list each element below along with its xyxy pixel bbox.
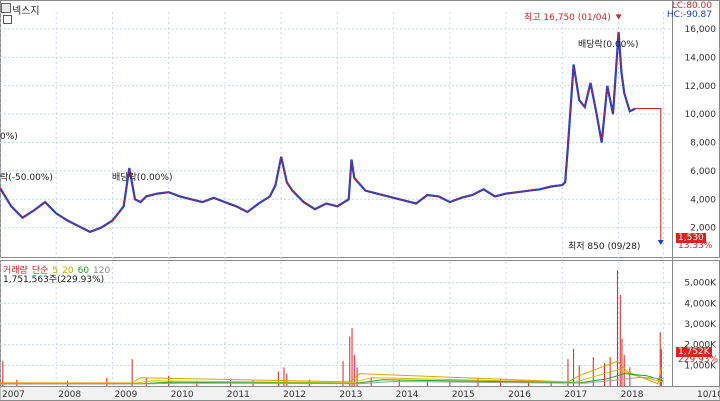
x-tick-label: 2011	[227, 390, 250, 400]
left-annotation: 0%)	[0, 132, 18, 142]
x-tick-label: 2015	[452, 390, 475, 400]
toggle-icon[interactable]	[3, 15, 12, 24]
price-tick-label: 12,000	[685, 82, 717, 92]
dividend-annotation-2018: 배당락(0.00%)	[578, 40, 639, 50]
split-annotation: 락(-50.00%)	[0, 173, 53, 183]
stock-name: 넥스지	[12, 6, 40, 17]
price-tick-label: 16,000	[685, 25, 717, 35]
x-tick-label: 2017	[564, 390, 587, 400]
price-line	[0, 31, 636, 234]
high-marker	[615, 14, 622, 20]
x-tick-label: 2007	[2, 390, 25, 400]
volume-tick-label: 4,000K	[684, 299, 717, 309]
hc-label: HC:-90.87	[666, 10, 712, 20]
menu-icon[interactable]	[1, 3, 11, 13]
x-tick-label: 2010	[171, 390, 194, 400]
low-marker	[657, 239, 664, 245]
dividend-annotation-2009: 배당락(0.00%)	[112, 173, 173, 183]
price-tick-label: 8,000	[690, 139, 716, 149]
volume-tick-label: 3,000K	[684, 320, 717, 330]
price-tail-line	[635, 107, 662, 244]
volume-pct-label: 229.93%	[678, 355, 719, 365]
price-tick-label: 6,000	[690, 167, 716, 177]
x-tick-label: 2008	[58, 390, 81, 400]
price-tick-label: 10,000	[685, 110, 717, 120]
x-tick-label: 2009	[114, 390, 137, 400]
price-tick-label: 14,000	[685, 53, 717, 63]
price-pct-label: 13.33%	[678, 241, 713, 251]
x-tick-label: 2012	[283, 390, 306, 400]
price-line-up	[0, 31, 636, 233]
x-tick-label: 2014	[396, 390, 419, 400]
high-annotation: 최고 16,750 (01/04)	[524, 13, 611, 23]
stock-chart: 2,0004,0006,0008,00010,00012,00014,00016…	[0, 0, 720, 401]
volume-tick-label: 5,000K	[684, 279, 717, 289]
volume-value: 1,751,563주(229.93%)	[3, 275, 105, 285]
low-annotation: 최저 850 (09/28)	[568, 242, 641, 252]
x-tick-label: 2016	[508, 390, 531, 400]
x-tick-label: 10/10	[697, 390, 720, 400]
price-tick-label: 4,000	[690, 195, 716, 205]
x-tick-label: 2013	[339, 390, 362, 400]
x-tick-label: 2018	[621, 390, 644, 400]
